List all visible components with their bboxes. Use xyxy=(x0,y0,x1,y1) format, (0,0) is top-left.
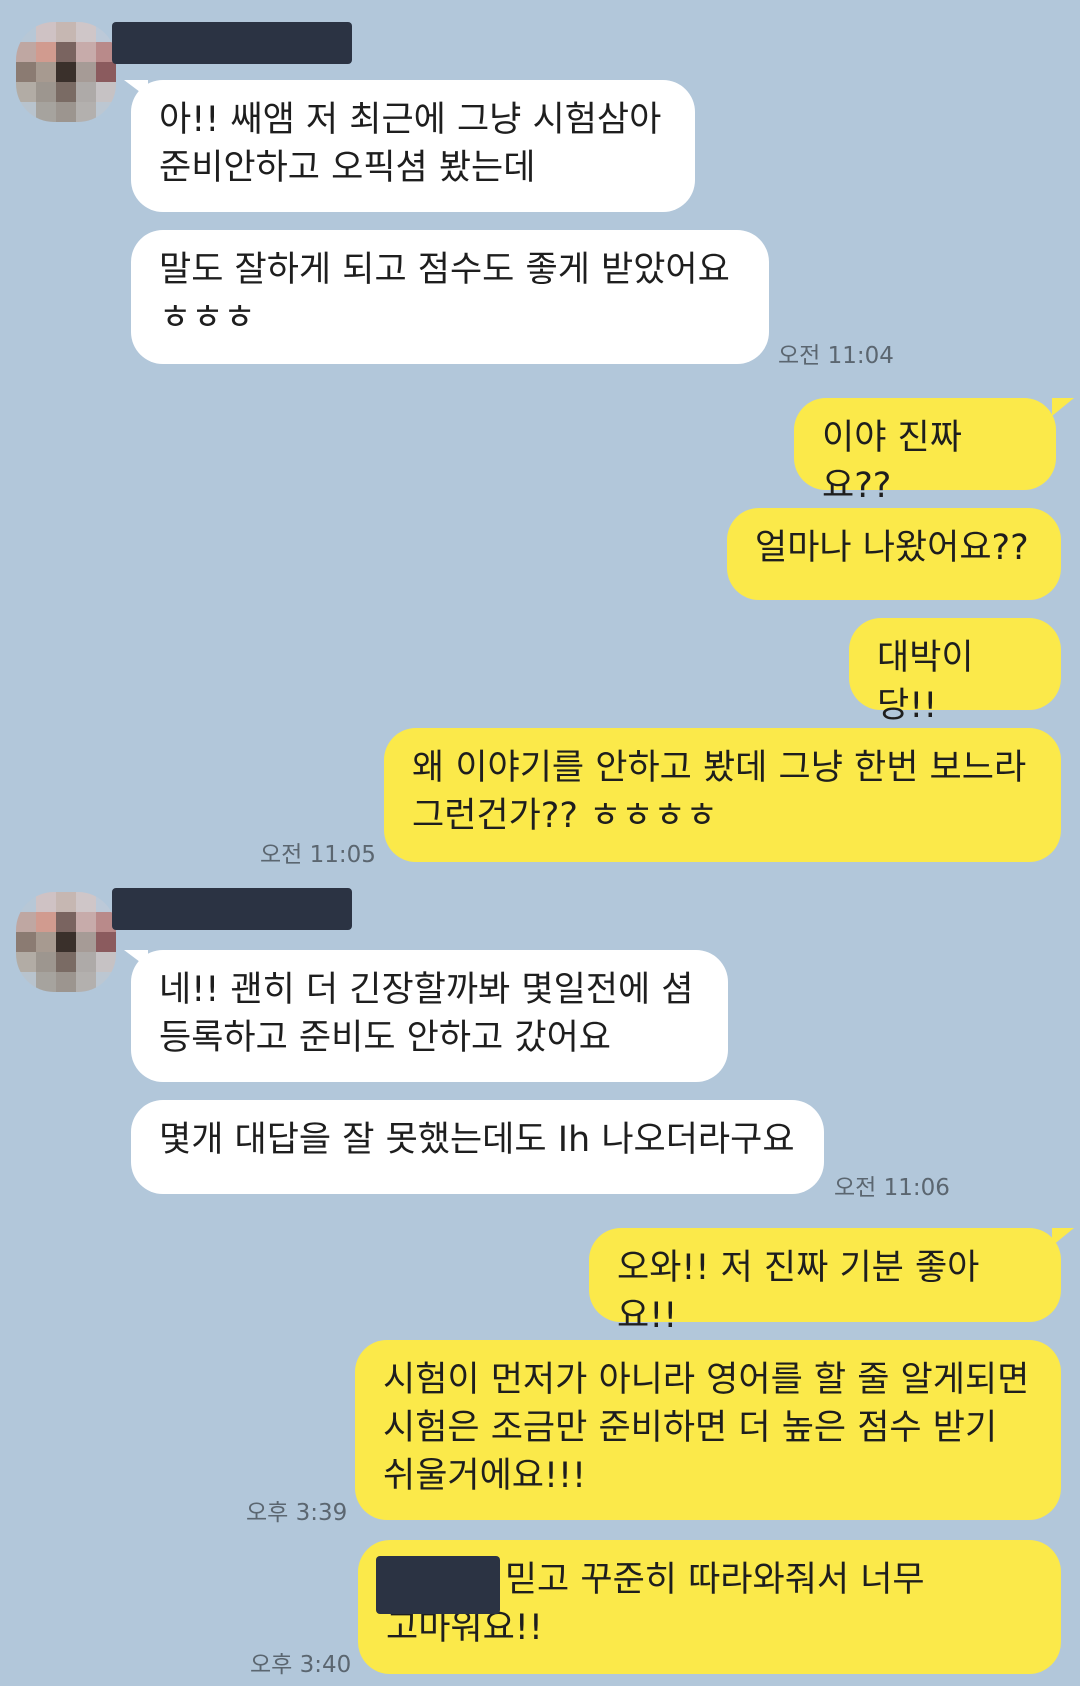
bubble-tail xyxy=(1052,1228,1074,1246)
received-message[interactable]: 말도 잘하게 되고 점수도 좋게 받았어요 ㅎㅎㅎ xyxy=(131,230,769,364)
sent-message[interactable]: 이야 진짜요?? xyxy=(794,398,1056,506)
sent-message[interactable]: 얼마나 나왔어요?? xyxy=(727,508,1061,600)
received-message[interactable]: 아!! 쌔앰 저 최근에 그냥 시험삼아 준비안하고 오픽셤 봤는데 xyxy=(131,80,695,212)
sent-message[interactable]: 오와!! 저 진짜 기분 좋아요!! xyxy=(589,1228,1061,1336)
message-timestamp: 오전 11:06 xyxy=(834,1175,950,1201)
message-timestamp: 오후 3:40 xyxy=(250,1652,352,1678)
redacted-name xyxy=(376,1556,500,1614)
avatar[interactable] xyxy=(16,892,116,992)
message-timestamp: 오후 3:39 xyxy=(246,1500,348,1526)
avatar[interactable] xyxy=(16,22,116,122)
sent-message[interactable]: 왜 이야기를 안하고 봤데 그냥 한번 보느라 그런건가?? ㅎㅎㅎㅎ xyxy=(384,728,1061,862)
sent-message[interactable]: 시험이 먼저가 아니라 영어를 할 줄 알게되면 시험은 조금만 준비하면 더 … xyxy=(355,1340,1061,1520)
received-message[interactable]: 네!! 괜히 더 긴장할까봐 몇일전에 셤 등록하고 준비도 안하고 갔어요 xyxy=(131,950,728,1082)
sender-name-redacted xyxy=(112,888,352,930)
sent-message[interactable]: 대박이당!! xyxy=(849,618,1061,726)
received-message[interactable]: 몇개 대답을 잘 못했는데도 Ih 나오더라구요 xyxy=(131,1100,824,1194)
sender-name-redacted xyxy=(112,22,352,64)
message-timestamp: 오전 11:05 xyxy=(260,842,376,868)
bubble-tail xyxy=(1052,398,1074,416)
message-timestamp: 오전 11:04 xyxy=(778,343,894,369)
